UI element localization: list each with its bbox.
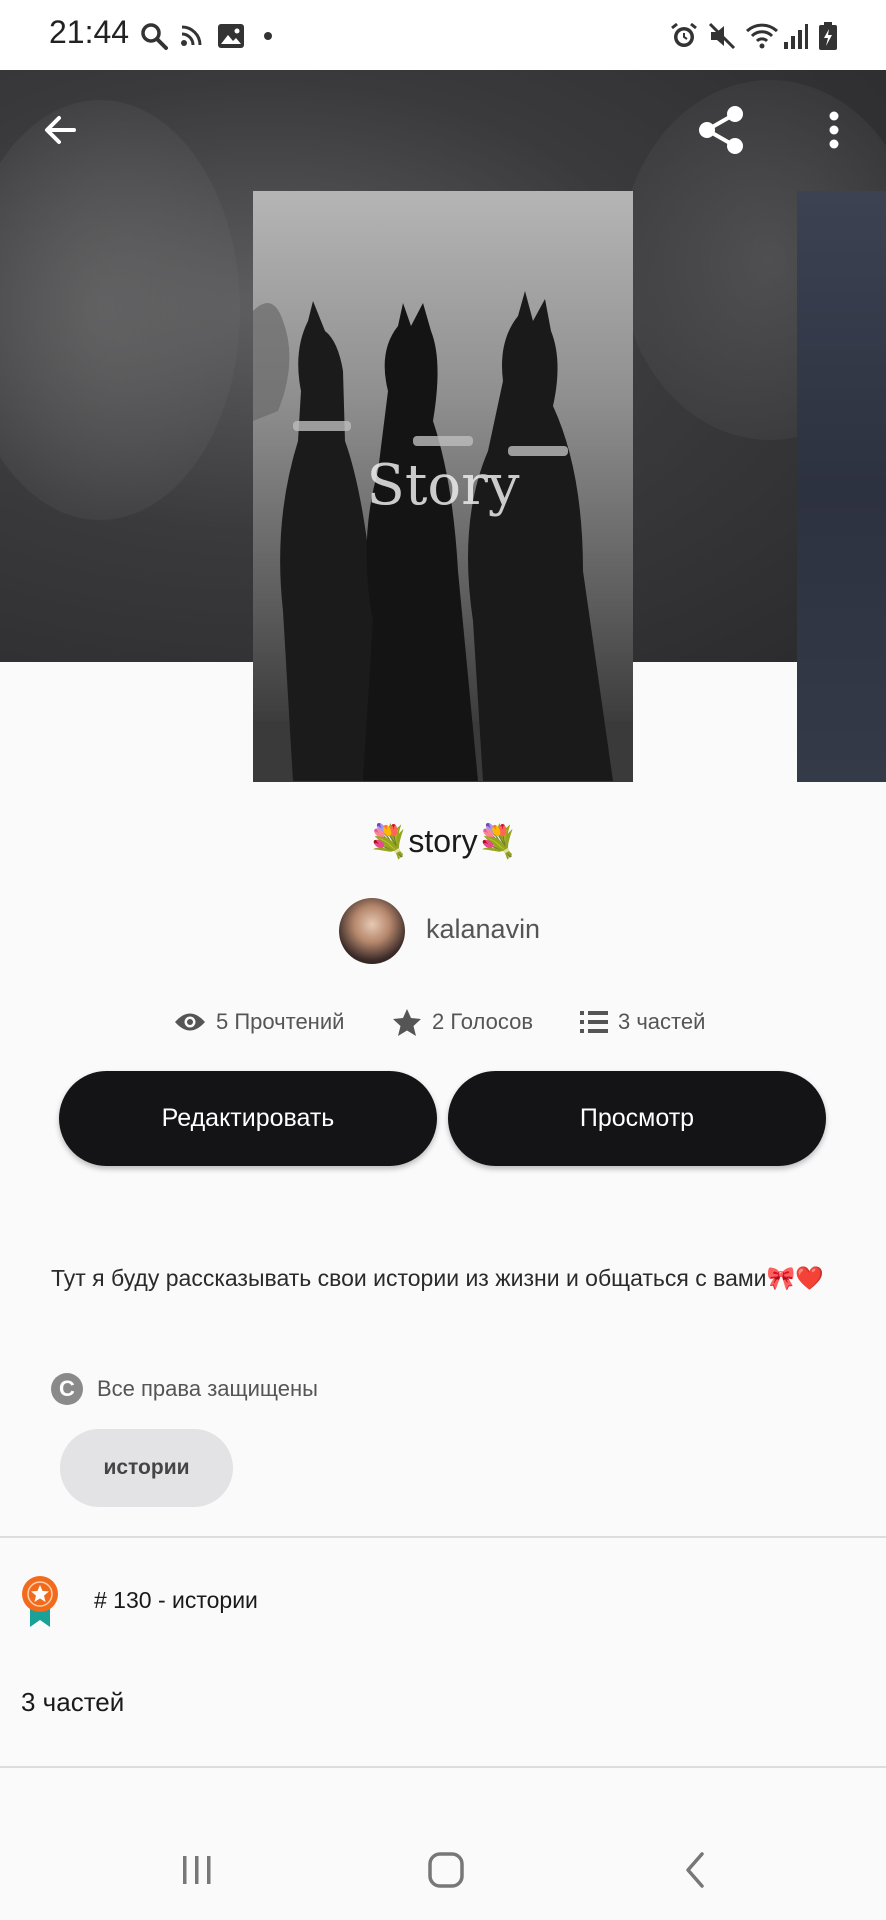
story-cover[interactable]: Story	[253, 191, 633, 782]
parts-section-label: 3 частей	[21, 1687, 125, 1717]
ranking-link[interactable]: # 130 - истории	[94, 1587, 258, 1614]
author-name[interactable]: kalanavin	[426, 914, 540, 945]
alarm-icon	[668, 20, 700, 52]
home-icon	[428, 1852, 464, 1888]
divider	[0, 1536, 886, 1538]
back-arrow-icon	[45, 116, 76, 144]
tag-chip[interactable]: истории	[60, 1429, 233, 1507]
edit-button[interactable]: Редактировать	[59, 1071, 437, 1166]
star-icon	[393, 1009, 421, 1036]
mute-icon	[706, 20, 738, 52]
status-time: 21:44	[49, 14, 130, 50]
signal-icon	[782, 20, 810, 52]
recent-apps-button[interactable]	[167, 1845, 227, 1895]
parts-stat: 3 частей	[580, 1002, 705, 1042]
search-icon	[137, 20, 171, 52]
copyright-row: C Все права защищены	[51, 1372, 318, 1406]
background-blur	[0, 100, 240, 520]
rss-icon	[178, 20, 204, 52]
wifi-icon	[744, 20, 780, 52]
back-nav-button[interactable]	[664, 1845, 724, 1895]
next-story-cover[interactable]	[797, 191, 886, 782]
share-icon	[699, 106, 743, 154]
more-vertical-icon	[829, 111, 839, 149]
image-icon	[216, 20, 246, 52]
reads-count: 5 Прочтений	[216, 1009, 345, 1034]
list-icon	[580, 1011, 608, 1033]
back-button[interactable]	[30, 100, 90, 160]
home-button[interactable]	[416, 1845, 476, 1895]
recent-apps-icon	[183, 1856, 211, 1884]
divider	[0, 1766, 886, 1768]
reads-stat: 5 Прочтений	[174, 1002, 344, 1042]
story-description: Тут я буду рассказывать свои истории из …	[51, 1265, 824, 1291]
cover-title: Story	[366, 453, 520, 518]
eye-icon	[175, 1013, 205, 1031]
view-button[interactable]: Просмотр	[448, 1071, 826, 1166]
share-button[interactable]	[691, 100, 751, 160]
author-avatar[interactable]	[339, 898, 405, 964]
dot-icon	[260, 20, 276, 52]
votes-count: 2 Голосов	[432, 1009, 534, 1034]
more-menu-button[interactable]	[804, 100, 864, 160]
votes-stat: 2 Голосов	[392, 1002, 533, 1042]
battery-icon	[816, 20, 840, 52]
parts-count: 3 частей	[618, 1009, 706, 1034]
rank-badge-icon	[20, 1575, 60, 1627]
copyright-icon: C	[51, 1373, 83, 1405]
story-title: 💐story💐	[368, 823, 518, 859]
chevron-left-icon	[686, 1852, 704, 1888]
copyright-label: Все права защищены	[97, 1376, 318, 1401]
